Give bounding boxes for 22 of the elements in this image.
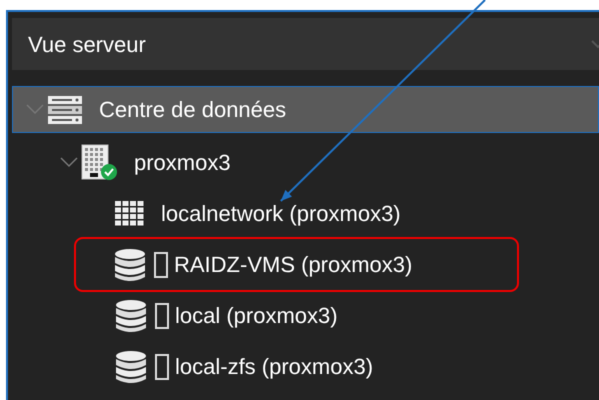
tree-item[interactable]: localnetwork (proxmox3) — [12, 188, 599, 239]
empty-box-icon — [154, 252, 168, 278]
database-icon — [115, 298, 147, 332]
tree-item[interactable]: local-zfs (proxmox3) — [12, 341, 599, 392]
empty-box-icon — [155, 354, 169, 380]
grid-icon — [115, 200, 145, 226]
highlighted-tree-item[interactable]: RAIDZ-VMS (proxmox3) — [74, 237, 519, 292]
empty-box-icon — [155, 302, 169, 328]
item-label: local (proxmox3) — [175, 302, 338, 330]
tree-item[interactable]: Centre de données — [12, 86, 599, 133]
database-icon — [114, 248, 146, 282]
item-label: RAIDZ-VMS (proxmox3) — [174, 251, 412, 279]
item-label: Centre de données — [99, 96, 286, 124]
item-label: local-zfs (proxmox3) — [175, 353, 374, 381]
tree-item[interactable]: proxmox3 — [12, 137, 599, 188]
panel-header[interactable]: Vue serveur — [12, 18, 599, 70]
server-rack-icon — [47, 94, 83, 124]
tree-item[interactable]: local (proxmox3) — [12, 290, 599, 341]
item-label: proxmox3 — [134, 149, 231, 177]
database-icon — [115, 350, 147, 384]
item-label: localnetwork (proxmox3) — [161, 200, 401, 228]
panel-title: Vue serveur — [28, 30, 146, 58]
